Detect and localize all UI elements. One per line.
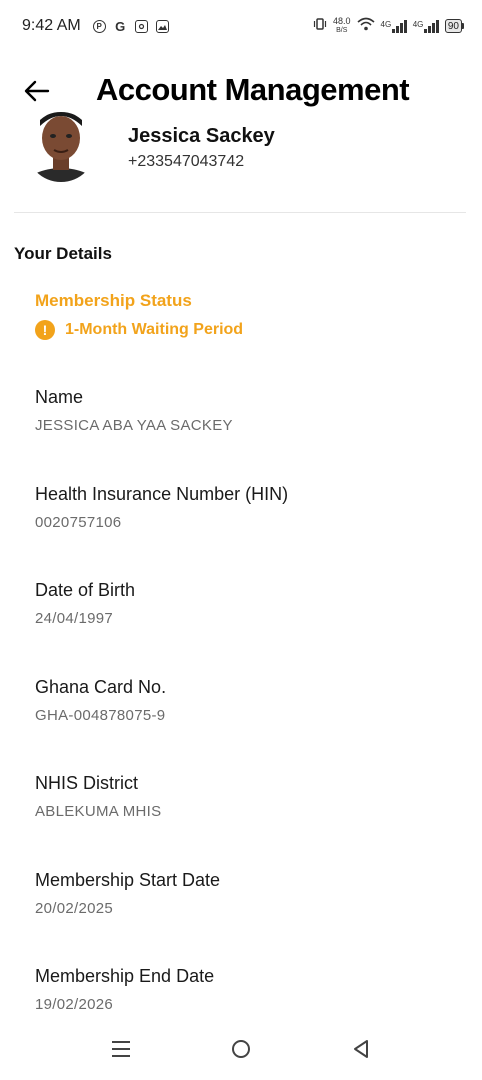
net-speed-value: 48.0 <box>333 16 351 26</box>
wifi-icon <box>357 17 375 36</box>
profile-name: Jessica Sackey <box>128 125 275 147</box>
membership-status-badge: ! 1-Month Waiting Period <box>35 320 243 340</box>
back-button[interactable] <box>22 76 52 106</box>
triangle-back-icon <box>354 1040 368 1058</box>
page-title: Account Management <box>96 72 410 107</box>
instagram-icon <box>134 19 148 33</box>
signal-2: 4G <box>412 19 439 33</box>
field-value: ABLEKUMA MHIS <box>35 803 162 820</box>
field-label: Health Insurance Number (HIN) <box>35 484 289 504</box>
profile-card: Jessica Sackey +233547043742 <box>0 112 482 195</box>
avatar[interactable] <box>26 112 96 182</box>
membership-status-text: 1-Month Waiting Period <box>65 321 244 338</box>
battery-level: 90 <box>444 19 462 33</box>
status-bar: 9:42 AM P G 48.0 B/S 4G 4G 90 <box>0 0 482 52</box>
profile-phone: +233547043742 <box>128 153 245 170</box>
field-value: JESSICA ABA YAA SACKEY <box>35 417 233 434</box>
field-nhis-district: NHIS District ABLEKUMA MHIS <box>35 773 161 820</box>
pinterest-icon: P <box>92 19 106 33</box>
signal-1: 4G <box>380 19 407 33</box>
home-button[interactable] <box>225 1034 257 1064</box>
field-ghana-card: Ghana Card No. GHA-004878075-9 <box>35 677 166 724</box>
signal-bars-2-icon <box>424 19 439 33</box>
signal-bars-1-icon <box>392 19 407 33</box>
status-right: 48.0 B/S 4G 4G 90 <box>313 17 464 36</box>
vibrate-icon <box>313 17 327 36</box>
account-management-screen: 9:42 AM P G 48.0 B/S 4G 4G 90 Account Ma… <box>0 0 482 1080</box>
app-header: Account Management <box>0 62 482 120</box>
network-type-1: 4G <box>380 19 392 29</box>
recent-apps-button[interactable] <box>105 1034 137 1064</box>
net-speed: 48.0 B/S <box>333 17 351 35</box>
field-value: GHA-004878075-9 <box>35 707 166 724</box>
field-membership-start: Membership Start Date 20/02/2025 <box>35 870 220 917</box>
field-label: Ghana Card No. <box>35 677 167 697</box>
back-nav-button[interactable] <box>345 1034 377 1064</box>
field-label: Membership End Date <box>35 966 215 986</box>
warning-icon: ! <box>35 320 55 340</box>
network-type-2: 4G <box>412 19 424 29</box>
membership-status-label: Membership Status <box>35 291 192 310</box>
gallery-icon <box>155 19 169 33</box>
field-label: Name <box>35 387 84 407</box>
status-left: 9:42 AM P G <box>22 17 169 35</box>
battery-icon: 90 <box>444 19 464 33</box>
field-value: 24/04/1997 <box>35 610 114 627</box>
circle-icon <box>232 1040 250 1058</box>
field-membership-end: Membership End Date 19/02/2026 <box>35 966 214 1013</box>
field-label: Date of Birth <box>35 580 136 600</box>
net-speed-unit: B/S <box>336 27 348 34</box>
field-hin: Health Insurance Number (HIN) 0020757106 <box>35 484 288 531</box>
system-nav-bar <box>0 1020 482 1080</box>
field-value: 0020757106 <box>35 514 122 531</box>
field-value: 19/02/2026 <box>35 996 114 1013</box>
field-label: NHIS District <box>35 773 138 793</box>
section-title: Your Details <box>14 244 112 263</box>
field-label: Membership Start Date <box>35 870 221 890</box>
g-icon: G <box>115 18 126 34</box>
status-time: 9:42 AM <box>22 17 81 34</box>
divider <box>14 212 466 213</box>
field-value: 20/02/2025 <box>35 900 114 917</box>
menu-icon <box>112 1041 130 1057</box>
field-name: Name JESSICA ABA YAA SACKEY <box>35 387 233 434</box>
arrow-left-icon <box>24 80 50 102</box>
field-date-of-birth: Date of Birth 24/04/1997 <box>35 580 135 627</box>
